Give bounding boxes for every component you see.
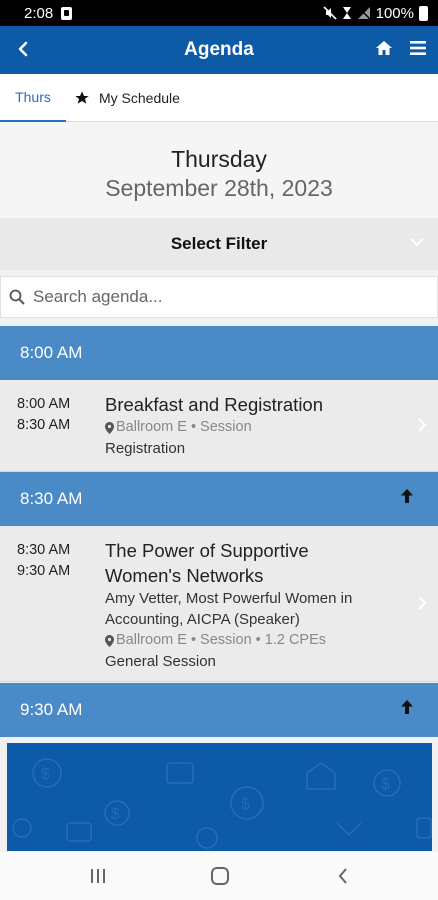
session-end: 8:30 AM (17, 417, 71, 433)
time-header: 9:30 AM (0, 683, 438, 737)
session-title-line-1: The Power of Supportive (105, 540, 309, 561)
session-location: Ballroom E • Session • 1.2 CPEs (105, 630, 395, 651)
session-location-text: Ballroom E • Session (116, 419, 252, 435)
recents-icon (91, 869, 105, 883)
recents-button[interactable] (86, 864, 110, 888)
mute-icon (323, 6, 337, 20)
menu-button[interactable] (406, 36, 430, 60)
map-pin-icon (105, 634, 114, 647)
chevron-right-icon (418, 596, 426, 610)
page-title: Agenda (184, 39, 254, 60)
tab-thurs[interactable]: Thurs (0, 74, 66, 122)
back-icon (338, 868, 347, 884)
home-icon (376, 41, 392, 55)
search-bar (0, 276, 438, 318)
svg-text:$: $ (381, 776, 390, 793)
chevron-down-icon (410, 238, 424, 247)
back-system-button[interactable] (331, 864, 355, 888)
session-start: 8:30 AM (17, 542, 71, 558)
session-times: 8:30 AM 9:30 AM (17, 540, 70, 582)
session-location-text: Ballroom E • Session • 1.2 CPEs (116, 632, 327, 648)
session-speaker-line-1: Amy Vetter, Most Powerful Women in (105, 590, 353, 607)
session-title-line-2: Women's Networks (105, 565, 264, 586)
sponsor-banner[interactable]: $ $ $ $ (7, 743, 432, 851)
battery-icon (419, 5, 428, 21)
svg-text:$: $ (241, 796, 250, 813)
filter-label: Select Filter (170, 234, 268, 253)
app-bar: Agenda (0, 26, 438, 74)
session-title: Breakfast and Registration (105, 394, 324, 415)
session-category: Registration (105, 440, 186, 457)
tab-my-schedule-label: My Schedule (99, 89, 180, 106)
signal-icon (357, 6, 371, 20)
back-button[interactable] (8, 34, 38, 64)
session-end: 9:30 AM (17, 563, 71, 579)
search-input[interactable] (33, 287, 413, 307)
session-content: Breakfast and Registration Ballroom E • … (105, 392, 395, 459)
home-button[interactable] (372, 36, 396, 60)
session-location: Ballroom E • Session (105, 417, 395, 438)
arrow-up-icon[interactable] (400, 699, 414, 715)
time-header-label: 8:30 AM (20, 489, 83, 508)
chevron-right-icon (418, 418, 426, 432)
star-icon (75, 90, 89, 104)
session-speaker-line-2: Accounting, AICPA (Speaker) (105, 611, 300, 628)
system-nav-bar (0, 852, 438, 900)
status-bar: 2:08 100% (0, 0, 438, 26)
tab-my-schedule[interactable]: My Schedule (74, 90, 180, 106)
search-icon (9, 289, 25, 305)
session-category: General Session (105, 653, 216, 670)
select-filter[interactable]: Select Filter (0, 218, 438, 270)
hamburger-menu-icon (410, 41, 426, 55)
session-item[interactable]: 8:30 AM 9:30 AM The Power of Supportive … (0, 526, 438, 682)
session-item[interactable]: 8:00 AM 8:30 AM Breakfast and Registrati… (0, 380, 438, 472)
arrow-up-icon[interactable] (400, 488, 414, 504)
svg-text:$: $ (41, 766, 50, 783)
time-header: 8:00 AM (0, 326, 438, 380)
banner-pattern: $ $ $ $ (12, 758, 432, 849)
day-name: Thursday (171, 146, 267, 172)
status-time: 2:08 (24, 4, 54, 22)
notification-icon (61, 6, 73, 20)
time-header-label: 8:00 AM (20, 343, 83, 362)
day-tabs: Thurs My Schedule (0, 74, 438, 122)
session-times: 8:00 AM 8:30 AM (17, 394, 70, 436)
home-circle-icon (211, 867, 229, 885)
map-pin-icon (105, 421, 114, 434)
battery-percent: 100% (375, 4, 414, 22)
date-header: Thursday September 28th, 2023 (0, 122, 438, 218)
time-header-label: 9:30 AM (20, 700, 83, 719)
svg-text:$: $ (111, 806, 120, 823)
home-system-button[interactable] (208, 864, 232, 888)
session-start: 8:00 AM (17, 396, 71, 412)
back-arrow-icon (18, 41, 28, 57)
session-content: The Power of Supportive Women's Networks… (105, 538, 395, 672)
full-date: September 28th, 2023 (105, 175, 333, 201)
status-icons: 100% (323, 5, 428, 22)
alarm-icon (342, 7, 351, 19)
time-header: 8:30 AM (0, 472, 438, 526)
